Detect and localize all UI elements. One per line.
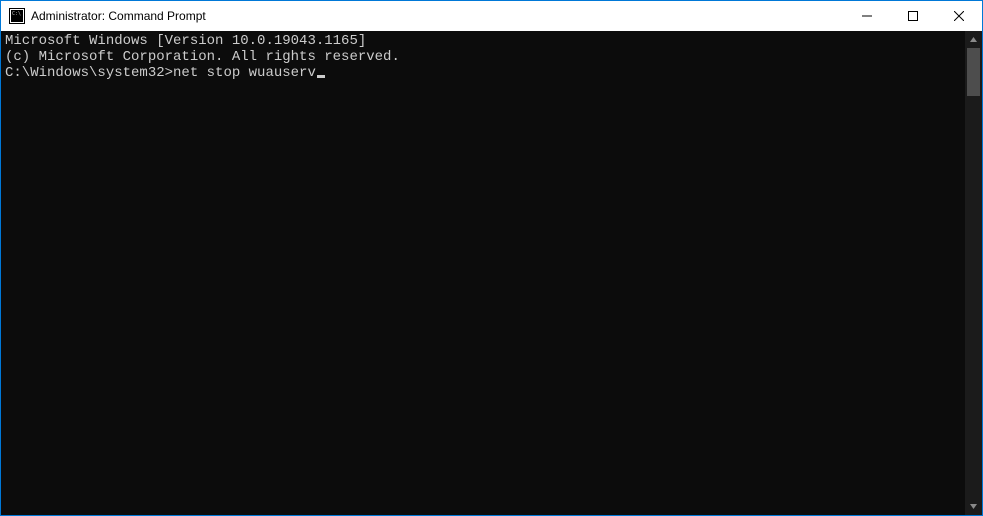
- terminal-line: (c) Microsoft Corporation. All rights re…: [5, 49, 961, 65]
- svg-text:C:\: C:\: [12, 11, 21, 17]
- terminal-prompt: C:\Windows\system32>: [5, 65, 173, 81]
- maximize-button[interactable]: [890, 1, 936, 31]
- terminal-output[interactable]: Microsoft Windows [Version 10.0.19043.11…: [1, 31, 965, 515]
- client-area: Microsoft Windows [Version 10.0.19043.11…: [1, 31, 982, 515]
- command-prompt-window: C:\ Administrator: Command Prompt Micros…: [0, 0, 983, 516]
- vertical-scrollbar[interactable]: [965, 31, 982, 515]
- scroll-track[interactable]: [965, 48, 982, 498]
- scroll-down-button[interactable]: [965, 498, 982, 515]
- terminal-command-input[interactable]: net stop wuauserv: [173, 65, 316, 81]
- minimize-button[interactable]: [844, 1, 890, 31]
- command-prompt-icon: C:\: [9, 8, 25, 24]
- terminal-line: Microsoft Windows [Version 10.0.19043.11…: [5, 33, 961, 49]
- window-title: Administrator: Command Prompt: [31, 9, 206, 23]
- titlebar[interactable]: C:\ Administrator: Command Prompt: [1, 1, 982, 31]
- scroll-up-button[interactable]: [965, 31, 982, 48]
- close-button[interactable]: [936, 1, 982, 31]
- terminal-prompt-line: C:\Windows\system32>net stop wuauserv: [5, 65, 961, 81]
- text-cursor: [317, 75, 325, 78]
- scroll-thumb[interactable]: [967, 48, 980, 96]
- window-controls: [844, 1, 982, 31]
